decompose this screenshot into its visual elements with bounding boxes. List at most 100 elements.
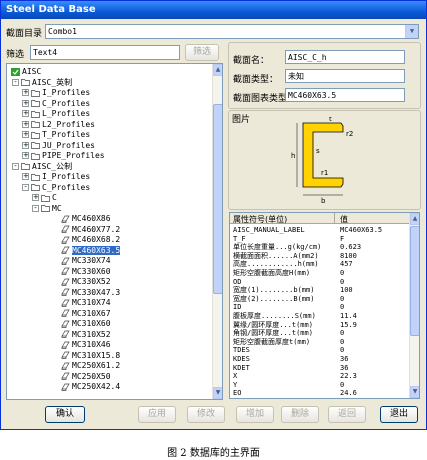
filter-label: 筛选 [6,50,25,60]
scroll-down-icon[interactable]: ▼ [410,386,419,398]
property-row[interactable]: 宽度(1)........b(mm) 100 [230,286,408,294]
apply-button[interactable]: 应用 [138,406,176,423]
property-row[interactable]: AISC_MANUAL_LABEL MC460X63.5 [230,226,408,234]
property-row[interactable]: 矩形空腹截面高度H(mm) 0 [230,269,408,277]
property-row[interactable]: 矩形空腹截面厚度t(mm) 0 [230,338,408,346]
section-tree[interactable]: AISC - AISC_英制 + I_Profiles + C_Profiles + L_Pro… [6,63,223,400]
collapse-icon[interactable]: - [32,204,39,212]
chevron-down-icon[interactable]: ▼ [405,25,418,38]
tree-section-item[interactable]: MC310X46 [61,339,111,350]
tree-section-item[interactable]: MC460X68.2 [61,234,120,245]
chart-type-field[interactable]: MC460X63.5 [285,88,405,102]
tree-section-item[interactable]: MC330X52 [61,276,111,287]
scroll-up-icon[interactable]: ▲ [213,64,222,76]
expand-icon[interactable]: + [22,99,29,107]
property-value: MC460X63.5 [340,226,383,234]
property-row[interactable]: 横截面面积......A(mm2) 8100 [230,252,408,260]
property-row[interactable]: 宽度(2)........B(mm) 0 [230,295,408,303]
tree-node-label: L2_Profiles [42,119,95,129]
tree-section-item[interactable]: MC310X52 [61,329,111,340]
modify-button[interactable]: 修改 [187,406,225,423]
property-name: 宽度(1)........b(mm) [233,286,315,295]
property-row[interactable]: ID 0 [230,303,408,311]
tree-root[interactable]: AISC [11,66,41,77]
section-type-field[interactable]: 未知 [285,69,405,83]
tree-section-item[interactable]: MC460X86 [61,213,111,224]
tree-node-imperial-item[interactable]: L2_Profiles [31,119,95,130]
property-row[interactable]: KDET 36 [230,364,408,372]
properties-scrollbar[interactable]: ▲ ▼ [409,213,419,398]
expand-icon[interactable]: + [22,131,29,138]
tree-node-label: AISC_公制 [32,161,73,171]
property-row[interactable]: EO 24.6 [230,389,408,397]
property-row[interactable]: OD 0 [230,278,408,286]
tree-section-item[interactable]: MC310X74 [61,297,111,308]
property-row[interactable]: X 22.3 [230,372,408,380]
tree-scrollbar[interactable]: ▲ ▼ [212,64,222,399]
section-file-icon [61,288,72,297]
tree-node-imperial-item[interactable]: JU_Profiles [31,140,95,151]
scroll-thumb[interactable] [410,226,419,336]
tree-node-c[interactable]: C [41,192,57,203]
property-row[interactable]: 翼缘/圆环厚度...t(mm) 15.9 [230,321,408,329]
delete-button[interactable]: 删除 [281,406,319,423]
property-row[interactable]: T_F F [230,235,408,243]
main-window: Steel Data Base 截面目录 Combo1 ▼ 筛选 Text4 筛… [0,0,427,430]
tree-node-metric-item[interactable]: C_Profiles [31,182,90,193]
scroll-down-icon[interactable]: ▼ [213,387,222,399]
filter-input[interactable]: Text4 [30,45,180,60]
section-name-field[interactable]: AISC_C_h [285,50,405,64]
properties-table[interactable]: 属性符号(单位) 值 AISC_MANUAL_LABEL MC460X63.5 T_… [229,212,420,399]
section-file-icon [61,225,72,234]
property-row[interactable]: 高度............h(mm) 457 [230,260,408,268]
tree-node-imperial-item[interactable]: PIPE_Profiles [31,150,105,161]
tree-node-imperial-item[interactable]: C_Profiles [31,98,90,109]
tree-section-item[interactable]: MC310X15.8 [61,350,120,361]
back-button[interactable]: 返回 [328,406,366,423]
tree-section-item[interactable]: MC330X47.3 [61,287,120,298]
tree-node-mc[interactable]: MC [41,203,62,214]
tree-section-item[interactable]: MC250X42.4 [61,381,120,392]
tree-section-item[interactable]: MC250X61.2 [61,360,120,371]
property-row[interactable]: KDES 36 [230,355,408,363]
property-row[interactable]: Y0 [230,381,408,389]
property-row[interactable]: 角钢/圆环厚度...t(mm) 0 [230,329,408,337]
tree-node-imperial-item[interactable]: T_Profiles [31,129,90,140]
tree-section-item[interactable]: MC310X60 [61,318,111,329]
tree-node-imperial[interactable]: AISC_英制 [21,77,72,88]
expand-icon[interactable]: + [32,194,39,201]
filter-button[interactable]: 筛选 [185,44,219,61]
tree-section-item[interactable]: MC330X74 [61,255,111,266]
folder-icon [21,162,32,171]
scroll-thumb[interactable] [213,104,222,294]
property-row[interactable]: 腹板厚度........S(mm) 11.4 [230,312,408,320]
collapse-icon[interactable]: - [22,183,29,191]
expand-icon[interactable]: + [22,141,29,149]
tree-node-imperial-item[interactable]: I_Profiles [31,87,90,98]
scroll-up-icon[interactable]: ▲ [410,213,419,225]
exit-button[interactable]: 退出 [380,406,418,423]
tree-node-metric-item[interactable]: I_Profiles [31,171,90,182]
tree-section-item[interactable]: MC460X63.5 [61,245,121,256]
expand-icon[interactable]: + [22,110,29,117]
header-value: 值 [340,215,348,224]
collapse-icon[interactable]: - [12,162,19,170]
tree-section-item[interactable]: MC330X60 [61,266,111,277]
expand-icon[interactable]: + [22,120,29,128]
expand-icon[interactable]: + [22,152,29,159]
collapse-icon[interactable]: - [12,78,19,86]
tree-section-item[interactable]: MC250X50 [61,371,111,382]
tree-section-item[interactable]: MC310X67 [61,308,111,319]
catalog-combo[interactable]: Combo1 ▼ [45,24,419,39]
tree-node-metric[interactable]: AISC_公制 [21,161,72,172]
property-name: 矩形空腹截面厚度t(mm) [233,337,311,346]
tree-node-imperial-item[interactable]: L_Profiles [31,108,90,119]
tree-section-item[interactable]: MC460X77.2 [61,224,120,235]
figure-label: 图片 [232,115,251,125]
expand-icon[interactable]: + [22,173,29,180]
expand-icon[interactable]: + [22,89,29,96]
property-row[interactable]: 单位长度重量...g(kg/cm) 0.623 [230,243,408,251]
property-row[interactable]: TDES 0 [230,346,408,354]
add-button[interactable]: 增加 [236,406,274,423]
confirm-button[interactable]: 确认 [45,406,85,423]
